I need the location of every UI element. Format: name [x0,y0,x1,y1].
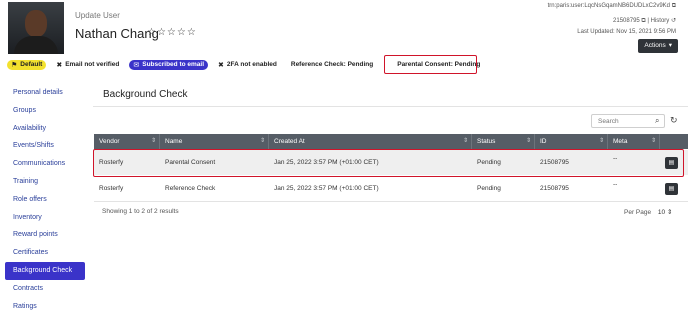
refresh-icon[interactable]: ↻ [670,115,678,126]
table-header: Vendor ⇕ Name ⇕ Created At ⇕ Status ⇕ ID ⇕ Me… [94,134,688,149]
flag-icon: ⚑ [11,61,18,69]
sidebar-item-inventory[interactable]: Inventory [5,209,85,227]
cell-status: Pending [477,185,501,192]
search-input[interactable] [591,114,665,128]
history-icon[interactable]: ↺ [671,18,676,24]
cell-created-at: Jan 25, 2022 3:57 PM (+01:00 CET) [274,185,379,192]
parental-consent-row-highlight [93,149,684,177]
sort-icon: ⇕ [598,138,604,144]
sidebar-item-background-check[interactable]: Background Check [5,261,85,280]
search-icon[interactable]: ⌕ [655,116,659,126]
chip-reference-check: Reference Check: Pending [290,61,374,68]
cell-name: Reference Check [165,185,216,192]
close-circle-icon: ✖ [218,61,224,69]
sidebar-item-events-shifts[interactable]: Events/Shifts [5,137,85,155]
column-vendor[interactable]: Vendor ⇕ [94,134,160,149]
column-created-at[interactable]: Created At ⇕ [269,134,472,149]
per-page-select[interactable]: 10 ⇕ [658,209,673,216]
cell-vendor: Rosterfy [99,185,124,192]
sidebar: Personal details Groups Availability Eve… [5,84,85,315]
sort-icon: ⇕ [650,138,656,144]
history-link[interactable]: History [651,18,670,24]
sidebar-item-personal-details[interactable]: Personal details [5,84,85,102]
sort-icon: ⇕ [525,138,531,144]
sort-icon: ⇕ [150,138,156,144]
user-id: 21508795 [613,18,640,24]
column-id[interactable]: ID ⇕ [535,134,608,149]
divider [93,106,688,107]
column-name[interactable]: Name ⇕ [160,134,269,149]
cell-meta: -- [613,181,618,188]
sidebar-item-communications[interactable]: Communications [5,155,85,173]
avatar [8,2,64,54]
actions-button[interactable]: Actions ▾ [638,39,678,53]
chevron-updown-icon: ⇕ [666,209,673,216]
copy-icon[interactable]: ⧉ [641,18,645,24]
per-page-label: Per Page [624,209,652,216]
actions-label: Actions [644,42,666,49]
sidebar-item-training[interactable]: Training [5,173,85,191]
last-updated: Last Updated: Nov 15, 2021 9:56 PM [577,29,676,35]
chip-2fa: ✖ 2FA not enabled [218,61,277,69]
document-icon: ▤ [668,186,675,192]
copy-icon[interactable]: ⧉ [672,3,676,9]
sidebar-item-contracts[interactable]: Contracts [5,280,85,298]
table-row[interactable]: Rosterfy Reference Check Jan 25, 2022 3:… [94,176,688,201]
row-divider [94,201,688,202]
sidebar-item-groups[interactable]: Groups [5,102,85,120]
per-page: Per Page 10 ⇕ [624,208,672,216]
view-button[interactable]: ▤ [665,183,678,195]
sidebar-item-availability[interactable]: Availability [5,120,85,138]
chip-email-not-verified: ✖ Email not verified [56,61,120,69]
chip-subscribed: ✉ Subscribed to email [129,59,209,70]
column-meta[interactable]: Meta ⇕ [608,134,660,149]
sort-icon: ⇕ [462,138,468,144]
sidebar-item-role-offers[interactable]: Role offers [5,191,85,209]
column-status[interactable]: Status ⇕ [472,134,535,149]
sort-icon: ⇕ [259,138,265,144]
page-subtitle: Update User [75,11,120,20]
cell-id: 21508795 [540,185,569,192]
chip-default: ⚑ Default [7,59,47,70]
parental-consent-highlight [384,55,477,74]
rating-stars[interactable]: ☆☆☆☆☆ [147,27,197,38]
id-line: 21508795 ⧉ | History ↺ [613,18,676,24]
close-circle-icon: ✖ [56,61,63,69]
sidebar-item-ratings[interactable]: Ratings [5,298,85,316]
avatar-head [25,10,47,37]
urn-value: trn:paris:user:LqcNsGqamNB6DUDLxC2v9Kd [547,3,671,9]
page-title: Background Check [103,89,188,100]
results-count: Showing 1 to 2 of 2 results [102,208,179,215]
urn-text: trn:paris:user:LqcNsGqamNB6DUDLxC2v9Kd ⧉ [548,3,676,10]
sidebar-item-reward-points[interactable]: Reward points [5,226,85,244]
email-icon: ✉ [133,61,140,69]
sidebar-item-certificates[interactable]: Certificates [5,244,85,262]
avatar-body [14,36,58,54]
chevron-down-icon: ▾ [668,42,672,49]
